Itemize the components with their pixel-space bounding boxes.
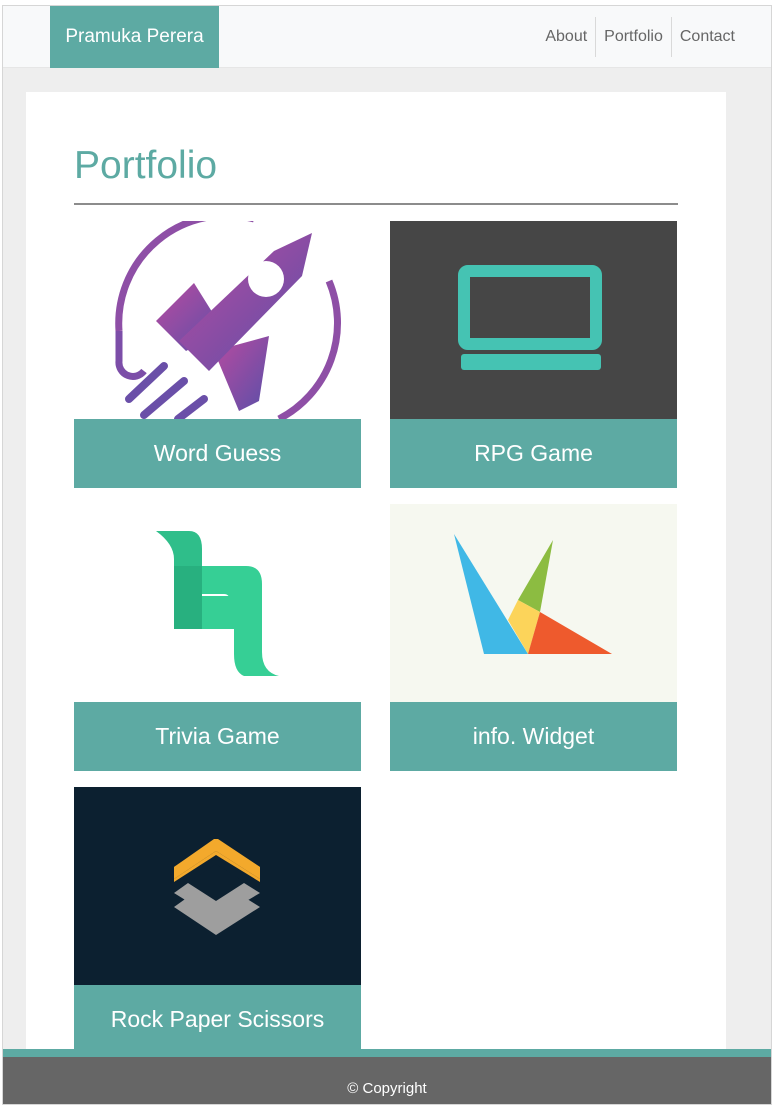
nav-links: About Portfolio Contact: [537, 17, 743, 57]
footer-accent-bar: [3, 1049, 771, 1057]
nav-link-about[interactable]: About: [537, 17, 595, 57]
stacked-chevrons-icon: [74, 787, 361, 985]
project-title: info. Widget: [390, 702, 677, 771]
trivia-logo-icon: [74, 504, 361, 702]
brand-link[interactable]: Pramuka Perera: [50, 6, 219, 68]
browser-viewport: Pramuka Perera About Portfolio Contact P…: [2, 5, 772, 1105]
widget-logo-icon: [390, 504, 677, 702]
page-title: Portfolio: [74, 144, 218, 187]
project-title: Word Guess: [74, 419, 361, 488]
project-thumbnail: [390, 504, 677, 702]
project-title: Trivia Game: [74, 702, 361, 771]
project-thumbnail: [74, 504, 361, 702]
laptop-icon: [390, 221, 677, 419]
project-card-word-guess[interactable]: Word Guess: [74, 221, 361, 488]
footer: © Copyright: [3, 1057, 771, 1104]
project-title: RPG Game: [390, 419, 677, 488]
project-card-rock-paper-scissors[interactable]: Rock Paper Scissors: [74, 787, 361, 1054]
project-thumbnail: [74, 787, 361, 985]
nav-link-portfolio[interactable]: Portfolio: [595, 17, 671, 57]
content-card: Portfolio Word Guess RPG Game Trivia Gam…: [26, 92, 726, 1092]
copyright-text: © Copyright: [347, 1080, 427, 1097]
project-title: Rock Paper Scissors: [74, 985, 361, 1054]
project-card-trivia-game[interactable]: Trivia Game: [74, 504, 361, 771]
rocket-icon: [74, 221, 361, 419]
project-thumbnail: [74, 221, 361, 419]
title-divider: [74, 203, 678, 205]
navbar: Pramuka Perera About Portfolio Contact: [3, 6, 771, 68]
project-card-rpg-game[interactable]: RPG Game: [390, 221, 677, 488]
nav-link-contact[interactable]: Contact: [670, 17, 743, 57]
project-thumbnail: [390, 221, 677, 419]
project-card-info-widget[interactable]: info. Widget: [390, 504, 677, 771]
